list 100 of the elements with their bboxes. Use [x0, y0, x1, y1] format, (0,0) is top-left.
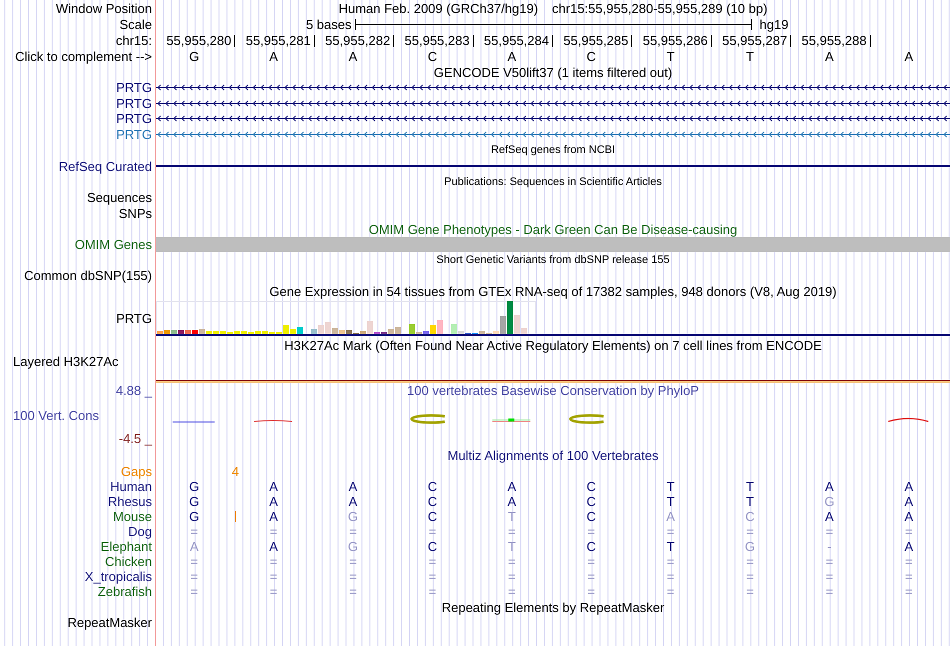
axis-min-label: -4.5 _: [118, 431, 152, 447]
track-title: RefSeq genes from NCBI: [490, 144, 616, 156]
track-title: GENCODE V50lift37 (1 items filtered out): [434, 65, 672, 80]
aligned-base: A: [348, 479, 358, 494]
position-tick: [393, 34, 394, 47]
scale-length: 5 bases: [306, 16, 352, 32]
base-letter: G: [189, 49, 200, 64]
assembly-name: Human Feb. 2009 (GRCh37/hg19): [338, 0, 538, 16]
species-label: Zebrafish: [98, 584, 152, 599]
aligned-base: G: [348, 539, 358, 554]
track-label: chr15:: [116, 33, 152, 48]
track-label: Sequences: [86, 190, 152, 206]
position-range: chr15:55,955,280-55,955,289 (10 bp): [552, 0, 768, 16]
aligned-base: G: [348, 509, 358, 524]
aligned-base: =: [666, 554, 674, 569]
track-label: SNPs: [118, 206, 152, 221]
aligned-base: T: [666, 539, 675, 554]
aligned-base: G: [189, 479, 200, 494]
track-label: 100 Vert. Cons: [13, 408, 99, 422]
aligned-base: =: [587, 524, 595, 539]
species-label: Dog: [128, 524, 152, 539]
aligned-base: G: [189, 509, 200, 524]
track-label: Gaps: [120, 464, 152, 479]
aligned-base: A: [190, 539, 199, 554]
track-title: Short Genetic Variants from dbSNP release 155: [436, 254, 670, 266]
aligned-base: =: [587, 569, 595, 584]
aligned-base: =: [349, 569, 357, 584]
aligned-base: =: [905, 569, 913, 584]
position-tick: [314, 34, 315, 47]
aligned-base: A: [904, 509, 914, 524]
aligned-base: A: [666, 509, 675, 524]
conservation-peak: [888, 418, 928, 422]
aligned-base: =: [826, 554, 834, 569]
conservation-arc: [410, 414, 445, 424]
aligned-base: A: [904, 539, 914, 554]
position-label: 55,955,288: [802, 33, 867, 48]
aligned-base: =: [746, 554, 754, 569]
aligned-base: A: [348, 494, 358, 509]
position-label: 55,955,284: [484, 33, 549, 48]
aligned-base: A: [507, 494, 516, 509]
aligned-base: C: [586, 494, 596, 509]
aligned-base: =: [190, 569, 198, 584]
aligned-base: =: [746, 584, 754, 599]
aligned-base: =: [587, 554, 595, 569]
aligned-base: C: [586, 509, 596, 524]
position-label: 55,955,281: [246, 33, 311, 48]
track-label: RepeatMasker: [67, 615, 152, 630]
conservation-arc: [569, 414, 604, 424]
aligned-base: =: [349, 554, 357, 569]
position-label: 55,955,282: [325, 33, 390, 48]
aligned-base: T: [746, 494, 754, 509]
gap-count: 4: [232, 464, 239, 479]
aligned-base: =: [508, 584, 516, 599]
base-letter: A: [507, 49, 516, 64]
track-label: RefSeq Curated: [58, 158, 152, 174]
aligned-base: C: [428, 494, 438, 509]
position-label: 55,955,285: [563, 33, 628, 48]
position-tick: [472, 34, 474, 47]
base-letter: T: [666, 49, 675, 64]
aligned-base: =: [190, 554, 198, 569]
gene-label: PRTG: [116, 96, 152, 111]
base-letter: C: [428, 49, 438, 64]
track-title: Gene Expression in 54 tissues from GTEx RNA-seq of 17382 samples, 948 donors (V8, Aug 2019): [269, 284, 837, 299]
track-title: 100 vertebrates Basewise Conservation by PhyloP: [407, 383, 699, 399]
aligned-base: G: [824, 494, 834, 509]
species-label: Human: [110, 479, 152, 494]
assembly-label: hg19: [760, 16, 788, 32]
base-letter: T: [746, 49, 754, 64]
aligned-base: =: [905, 554, 913, 569]
track-title: Repeating Elements by RepeatMasker: [442, 600, 664, 614]
position-tick: [790, 34, 792, 47]
aligned-base: =: [349, 524, 357, 539]
position-tick: [631, 34, 632, 47]
position-label: 55,955,286: [642, 33, 708, 48]
track-label: Scale: [119, 16, 152, 32]
aligned-base: =: [666, 524, 674, 539]
track-label: PRTG: [116, 310, 152, 326]
species-label: Rhesus: [108, 494, 152, 509]
track-label: Click to complement -->: [15, 49, 152, 64]
aligned-base: =: [508, 524, 516, 539]
aligned-base: A: [904, 479, 914, 494]
aligned-base: A: [269, 509, 278, 524]
aligned-base: =: [270, 584, 278, 599]
aligned-base: =: [508, 569, 516, 584]
position-tick: [234, 34, 236, 47]
aligned-base: C: [428, 539, 438, 554]
aligned-base: =: [666, 584, 674, 599]
gene-label: PRTG: [116, 111, 152, 126]
species-label: Mouse: [112, 509, 152, 524]
base-letter: A: [904, 49, 914, 64]
position-label: 55,955,287: [722, 33, 788, 48]
aligned-base: =: [349, 584, 357, 599]
position-label: 55,955,280: [166, 33, 232, 48]
base-letter: A: [825, 49, 834, 64]
aligned-base: A: [825, 479, 834, 494]
aligned-base: =: [905, 584, 913, 599]
aligned-base: T: [746, 479, 754, 494]
track-title: OMIM Gene Phenotypes - Dark Green Can Be Disease-causing: [368, 222, 738, 236]
aligned-base: T: [508, 509, 516, 524]
aligned-base: C: [428, 479, 438, 494]
